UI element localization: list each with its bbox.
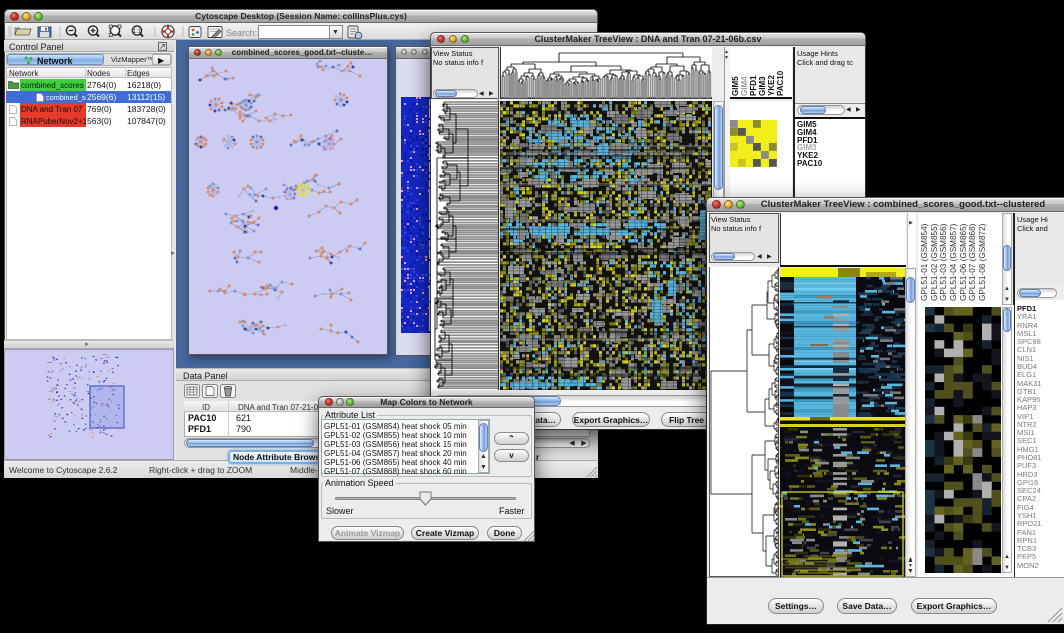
svg-text:1:1: 1:1 [133,29,142,35]
